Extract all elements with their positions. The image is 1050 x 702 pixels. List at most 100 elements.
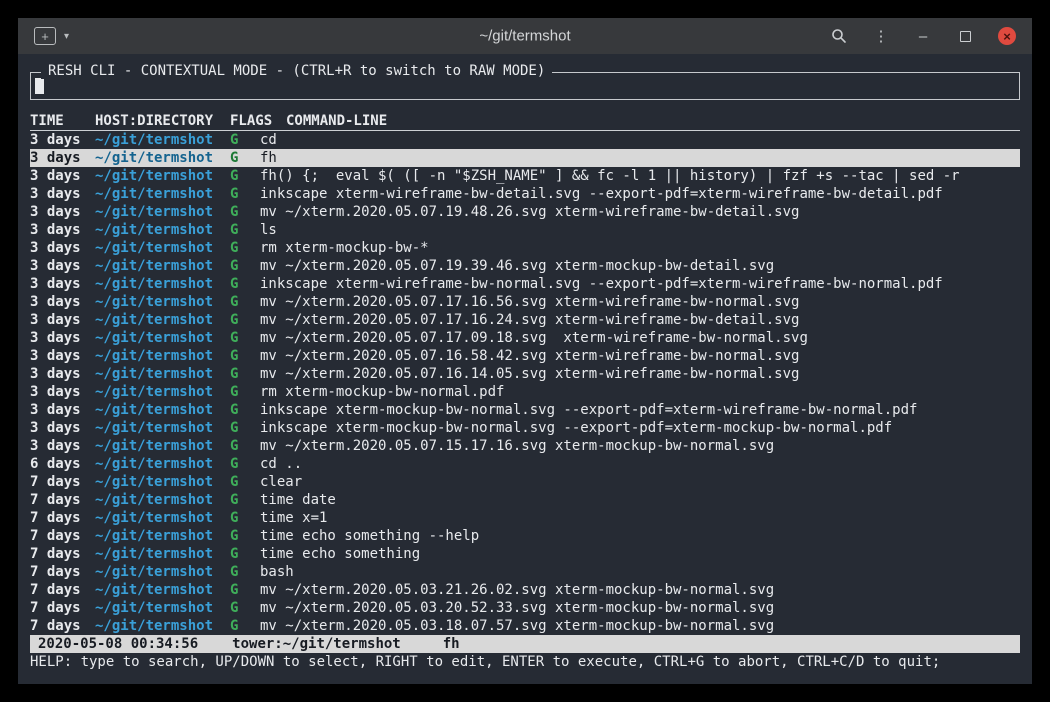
row-time: 7 days <box>30 545 95 563</box>
column-flags: FLAGS <box>230 113 286 130</box>
row-host-directory: ~/git/termshot <box>95 311 230 329</box>
row-time: 6 days <box>30 455 95 473</box>
history-row[interactable]: 3 days~/git/termshotGcd <box>30 131 1020 149</box>
row-host-directory: ~/git/termshot <box>95 509 230 527</box>
row-time: 3 days <box>30 329 95 347</box>
history-row[interactable]: 6 days~/git/termshotGcd .. <box>30 455 1020 473</box>
row-command: ls <box>260 221 1020 239</box>
history-row[interactable]: 3 days~/git/termshotGmv ~/xterm.2020.05.… <box>30 437 1020 455</box>
row-host-directory: ~/git/termshot <box>95 149 230 167</box>
row-host-directory: ~/git/termshot <box>95 581 230 599</box>
close-button[interactable]: × <box>998 27 1016 45</box>
history-row[interactable]: 3 days~/git/termshotGmv ~/xterm.2020.05.… <box>30 365 1020 383</box>
terminal-window: + ▾ ~/git/termshot ⋮ – × RESH CLI - CONT… <box>18 18 1032 684</box>
history-row[interactable]: 7 days~/git/termshotGmv ~/xterm.2020.05.… <box>30 617 1020 635</box>
history-row[interactable]: 7 days~/git/termshotGclear <box>30 473 1020 491</box>
row-time: 7 days <box>30 599 95 617</box>
row-flags: G <box>230 527 260 545</box>
history-row[interactable]: 3 days~/git/termshotGrm xterm-mockup-bw-… <box>30 383 1020 401</box>
history-row[interactable]: 3 days~/git/termshotGmv ~/xterm.2020.05.… <box>30 203 1020 221</box>
column-time: TIME <box>30 113 95 130</box>
new-tab-button[interactable]: + <box>34 27 56 45</box>
history-row[interactable]: 3 days~/git/termshotGfh() {; eval $( ([ … <box>30 167 1020 185</box>
row-command: time x=1 <box>260 509 1020 527</box>
terminal-content: RESH CLI - CONTEXTUAL MODE - (CTRL+R to … <box>18 54 1032 684</box>
history-row[interactable]: 3 days~/git/termshotGmv ~/xterm.2020.05.… <box>30 347 1020 365</box>
row-time: 3 days <box>30 131 95 149</box>
history-row[interactable]: 3 days~/git/termshotGls <box>30 221 1020 239</box>
row-flags: G <box>230 221 260 239</box>
history-row[interactable]: 3 days~/git/termshotGmv ~/xterm.2020.05.… <box>30 329 1020 347</box>
history-row[interactable]: 7 days~/git/termshotGmv ~/xterm.2020.05.… <box>30 581 1020 599</box>
chevron-down-icon[interactable]: ▾ <box>64 31 69 42</box>
row-time: 3 days <box>30 167 95 185</box>
row-time: 3 days <box>30 311 95 329</box>
row-command: rm xterm-mockup-bw-* <box>260 239 1020 257</box>
row-host-directory: ~/git/termshot <box>95 419 230 437</box>
window-title: ~/git/termshot <box>479 28 570 45</box>
row-host-directory: ~/git/termshot <box>95 437 230 455</box>
row-command: mv ~/xterm.2020.05.07.17.16.56.svg xterm… <box>260 293 1020 311</box>
row-flags: G <box>230 347 260 365</box>
row-time: 3 days <box>30 347 95 365</box>
history-row[interactable]: 3 days~/git/termshotGmv ~/xterm.2020.05.… <box>30 293 1020 311</box>
row-flags: G <box>230 617 260 635</box>
history-row[interactable]: 3 days~/git/termshotGinkscape xterm-wire… <box>30 185 1020 203</box>
history-row[interactable]: 3 days~/git/termshotGinkscape xterm-wire… <box>30 275 1020 293</box>
row-time: 3 days <box>30 293 95 311</box>
restore-button[interactable] <box>956 27 974 45</box>
minimize-button[interactable]: – <box>914 27 932 45</box>
row-time: 7 days <box>30 563 95 581</box>
table-header: TIME HOST:DIRECTORY FLAGS COMMAND-LINE <box>30 113 1020 131</box>
row-host-directory: ~/git/termshot <box>95 545 230 563</box>
status-bar: 2020-05-08 00:34:56 tower:~/git/termshot… <box>30 635 1020 653</box>
row-host-directory: ~/git/termshot <box>95 527 230 545</box>
history-row[interactable]: 3 days~/git/termshotGinkscape xterm-mock… <box>30 401 1020 419</box>
row-command: inkscape xterm-mockup-bw-normal.svg --ex… <box>260 419 1020 437</box>
history-row[interactable]: 3 days~/git/termshotGinkscape xterm-mock… <box>30 419 1020 437</box>
history-row[interactable]: 7 days~/git/termshotGbash <box>30 563 1020 581</box>
row-command: inkscape xterm-mockup-bw-normal.svg --ex… <box>260 401 1020 419</box>
row-time: 3 days <box>30 437 95 455</box>
history-row[interactable]: 3 days~/git/termshotGrm xterm-mockup-bw-… <box>30 239 1020 257</box>
row-flags: G <box>230 491 260 509</box>
row-host-directory: ~/git/termshot <box>95 563 230 581</box>
row-command: cd <box>260 131 1020 149</box>
row-host-directory: ~/git/termshot <box>95 401 230 419</box>
search-icon[interactable] <box>830 27 848 45</box>
history-row[interactable]: 3 days~/git/termshotGmv ~/xterm.2020.05.… <box>30 311 1020 329</box>
column-host-directory: HOST:DIRECTORY <box>95 113 230 130</box>
row-host-directory: ~/git/termshot <box>95 131 230 149</box>
row-command: mv ~/xterm.2020.05.03.18.07.57.svg xterm… <box>260 617 1020 635</box>
row-flags: G <box>230 383 260 401</box>
row-flags: G <box>230 419 260 437</box>
row-host-directory: ~/git/termshot <box>95 239 230 257</box>
history-list: 3 days~/git/termshotGcd3 days~/git/terms… <box>30 131 1020 635</box>
row-command: mv ~/xterm.2020.05.07.16.14.05.svg xterm… <box>260 365 1020 383</box>
history-row[interactable]: 7 days~/git/termshotGtime date <box>30 491 1020 509</box>
history-row[interactable]: 7 days~/git/termshotGtime echo something <box>30 545 1020 563</box>
menu-kebab-icon[interactable]: ⋮ <box>872 27 890 45</box>
row-host-directory: ~/git/termshot <box>95 329 230 347</box>
row-command: mv ~/xterm.2020.05.07.19.48.26.svg xterm… <box>260 203 1020 221</box>
row-time: 3 days <box>30 185 95 203</box>
row-flags: G <box>230 599 260 617</box>
row-command: mv ~/xterm.2020.05.07.16.58.42.svg xterm… <box>260 347 1020 365</box>
row-flags: G <box>230 545 260 563</box>
row-host-directory: ~/git/termshot <box>95 347 230 365</box>
row-command: inkscape xterm-wireframe-bw-normal.svg -… <box>260 275 1020 293</box>
row-host-directory: ~/git/termshot <box>95 455 230 473</box>
row-host-directory: ~/git/termshot <box>95 473 230 491</box>
history-row[interactable]: 3 days~/git/termshotGfh <box>30 149 1020 167</box>
row-time: 3 days <box>30 203 95 221</box>
status-datetime: 2020-05-08 00:34:56 <box>38 635 198 653</box>
history-row[interactable]: 7 days~/git/termshotGmv ~/xterm.2020.05.… <box>30 599 1020 617</box>
history-row[interactable]: 3 days~/git/termshotGmv ~/xterm.2020.05.… <box>30 257 1020 275</box>
row-host-directory: ~/git/termshot <box>95 257 230 275</box>
row-host-directory: ~/git/termshot <box>95 617 230 635</box>
history-row[interactable]: 7 days~/git/termshotGtime x=1 <box>30 509 1020 527</box>
column-command-line: COMMAND-LINE <box>286 113 1020 130</box>
row-flags: G <box>230 311 260 329</box>
row-command: time echo something <box>260 545 1020 563</box>
history-row[interactable]: 7 days~/git/termshotGtime echo something… <box>30 527 1020 545</box>
